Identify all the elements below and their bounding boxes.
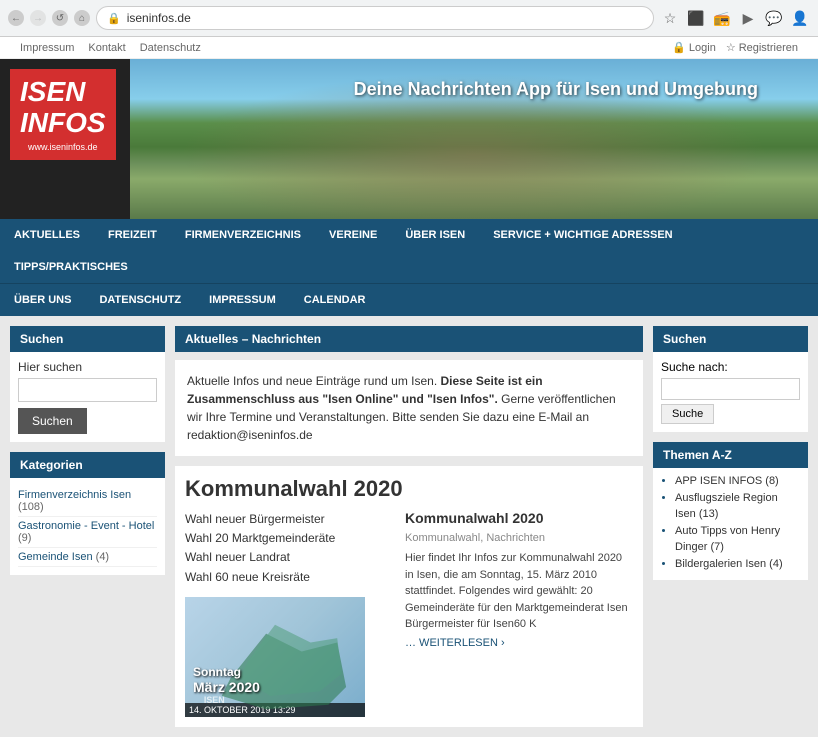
search-label-left: Hier suchen [18,360,157,374]
themen-list: APP ISEN INFOS (8) Ausflugsziele Region … [661,474,800,572]
content-header: Aktuelles – Nachrichten [175,326,643,352]
extension-icon3[interactable]: ▶ [738,8,758,28]
main-content: Aktuelles – Nachrichten Aktuelle Infos u… [175,326,643,727]
read-more-link[interactable]: … WEITERLESEN › [405,637,505,649]
article-bullets: Wahl neuer Bürgermeister Wahl 20 Marktge… [185,510,395,587]
category-item[interactable]: Gastronomie - Event - Hotel (9) [18,517,157,548]
address-bar[interactable]: 🔒 iseninfos.de [96,6,654,30]
themen-item[interactable]: Bildergalerien Isen (4) [675,557,800,572]
user-icon[interactable]: 👤 [790,8,810,28]
themen-widget: Themen A-Z APP ISEN INFOS (8) Ausflugszi… [653,442,808,580]
categories-body: Firmenverzeichnis Isen (108) Gastronomie… [10,478,165,575]
search-widget-right-title: Suchen [653,326,808,352]
themen-item[interactable]: Auto Tipps von Henry Dinger (7) [675,524,800,555]
search-button-left[interactable]: Suchen [18,408,87,434]
main-container: Suchen Hier suchen Suchen Kategorien Fir… [0,316,818,737]
image-overlay-text: Sonntag März 2020 [193,665,260,695]
themen-body: APP ISEN INFOS (8) Ausflugsziele Region … [653,468,808,580]
bullet-item: Wahl 60 neue Kreisräte [185,568,395,587]
category-item[interactable]: Gemeinde Isen (4) [18,548,157,567]
article-tags: Kommunalwahl, Nachrichten [405,532,633,544]
logo-text: ISEN INFOS [20,77,106,139]
nav-ueber-isen[interactable]: ÜBER ISEN [391,219,479,251]
site-logo[interactable]: ISEN INFOS www.iseninfos.de [10,69,116,160]
nav-freizeit[interactable]: FREIZEIT [94,219,171,251]
intro-text: Aktuelle Infos und neue Einträge rund um… [187,372,631,444]
nav-datenschutz[interactable]: DATENSCHUTZ [85,284,195,316]
search-widget-right-body: Suche nach: Suche [653,352,808,432]
themen-item[interactable]: Ausflugsziele Region Isen (13) [675,491,800,522]
nav-service[interactable]: SERVICE + WICHTIGE ADRESSEN [479,219,686,251]
article-left: Wahl neuer Bürgermeister Wahl 20 Marktge… [185,510,395,717]
nav-tipps[interactable]: TIPPS/PRAKTISCHES [0,251,142,283]
header-tagline: Deine Nachrichten App für Isen und Umgeb… [354,79,758,100]
top-bar: Impressum Kontakt Datenschutz 🔒 Login ☆ … [0,37,818,59]
impressum-link[interactable]: Impressum [20,42,74,54]
url-display: iseninfos.de [127,11,643,25]
top-bar-links: Impressum Kontakt Datenschutz [20,42,201,54]
nav-vereine[interactable]: VEREINE [315,219,391,251]
article-card: Kommunalwahl 2020 Wahl neuer Bürgermeist… [175,466,643,727]
categories-title: Kategorien [10,452,165,478]
bookmark-icon[interactable]: ☆ [660,8,680,28]
bullet-item: Wahl neuer Bürgermeister [185,510,395,529]
categories-widget: Kategorien Firmenverzeichnis Isen (108) … [10,452,165,575]
kontakt-link[interactable]: Kontakt [88,42,125,54]
datenschutz-link[interactable]: Datenschutz [140,42,201,54]
sidebar-left: Suchen Hier suchen Suchen Kategorien Fir… [10,326,165,727]
secondary-nav: ÜBER UNS DATENSCHUTZ IMPRESSUM CALENDAR [0,283,818,316]
reload-button[interactable]: ↺ [52,10,68,26]
sidebar-right: Suchen Suche nach: Suche Themen A-Z APP … [653,326,808,727]
suche-label: Suche nach: [661,360,800,374]
nav-firmenverzeichnis[interactable]: FIRMENVERZEICHNIS [171,219,315,251]
themen-title: Themen A-Z [653,442,808,468]
article-body: Hier findet Ihr Infos zur Kommunalwahl 2… [405,550,633,633]
search-widget-right: Suchen Suche nach: Suche [653,326,808,432]
logo-url: www.iseninfos.de [20,142,106,152]
bullet-item: Wahl 20 Marktgemeinderäte [185,529,395,548]
browser-toolbar: ← → ↺ ⌂ 🔒 iseninfos.de ☆ ⬛ 📻 ▶ 💬 👤 [0,0,818,36]
extension-icon2[interactable]: 📻 [712,8,732,28]
forward-button[interactable]: → [30,10,46,26]
primary-nav: AKTUELLES FREIZEIT FIRMENVERZEICHNIS VER… [0,219,818,283]
nav-aktuelles[interactable]: AKTUELLES [0,219,94,251]
site-header: ISEN INFOS www.iseninfos.de Deine Nachri… [0,59,818,219]
search-widget-body: Hier suchen Suchen [10,352,165,442]
suche-input[interactable] [661,378,800,400]
search-input-left[interactable] [18,378,157,402]
home-button[interactable]: ⌂ [74,10,90,26]
search-widget-title: Suchen [10,326,165,352]
bullet-item: Wahl neuer Landrat [185,548,395,567]
intro-body: Aktuelle Infos und neue Einträge rund um… [175,360,643,456]
article-layout: Wahl neuer Bürgermeister Wahl 20 Marktge… [185,510,633,717]
themen-item[interactable]: APP ISEN INFOS (8) [675,474,800,489]
extension-icon1[interactable]: ⬛ [686,8,706,28]
browser-icons: ☆ ⬛ 📻 ▶ 💬 👤 [660,8,810,28]
extension-icon4[interactable]: 💬 [764,8,784,28]
top-bar-auth: 🔒 Login ☆ Registrieren [672,41,798,54]
article-text: Kommunalwahl 2020 Kommunalwahl, Nachrich… [405,510,633,717]
category-item[interactable]: Firmenverzeichnis Isen (108) [18,486,157,517]
nav-impressum[interactable]: IMPRESSUM [195,284,290,316]
article-title[interactable]: Kommunalwahl 2020 [185,476,633,502]
back-button[interactable]: ← [8,10,24,26]
svg-text:ISEN: ISEN [204,695,225,705]
login-link[interactable]: 🔒 Login [672,41,716,54]
image-placeholder: ISEN Sonntag März 2020 14. OKTOBER 2019 … [185,597,365,717]
article-subtitle[interactable]: Kommunalwahl 2020 [405,510,633,526]
suche-button[interactable]: Suche [661,404,714,424]
register-link[interactable]: ☆ Registrieren [726,41,798,54]
nav-ueber-uns[interactable]: ÜBER UNS [0,284,85,316]
browser-chrome: ← → ↺ ⌂ 🔒 iseninfos.de ☆ ⬛ 📻 ▶ 💬 👤 [0,0,818,37]
nav-calendar[interactable]: CALENDAR [290,284,380,316]
article-image: ISEN Sonntag März 2020 14. OKTOBER 2019 … [185,597,365,717]
search-widget-left: Suchen Hier suchen Suchen [10,326,165,442]
